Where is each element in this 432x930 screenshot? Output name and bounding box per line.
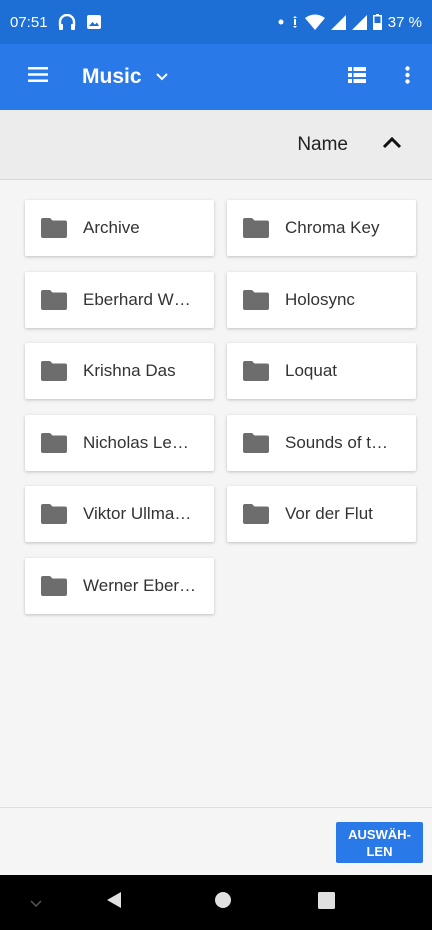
folder-icon bbox=[243, 361, 269, 381]
folder-item[interactable]: Eberhard W… bbox=[25, 272, 214, 328]
folder-icon bbox=[41, 290, 67, 310]
folder-icon bbox=[243, 218, 269, 238]
menu-icon bbox=[28, 67, 48, 87]
folder-item[interactable]: Viktor Ullma… bbox=[25, 486, 214, 542]
image-icon bbox=[86, 14, 102, 30]
more-options-button[interactable] bbox=[382, 44, 432, 110]
page-title: Music bbox=[82, 65, 142, 88]
nav-back-button[interactable] bbox=[96, 875, 132, 930]
menu-button[interactable] bbox=[8, 44, 68, 110]
folder-item[interactable]: Archive bbox=[25, 200, 214, 256]
folder-name: Vor der Flut bbox=[285, 504, 373, 523]
status-bar: 07:51 37 % bbox=[0, 0, 432, 44]
list-view-button[interactable] bbox=[332, 44, 382, 110]
vibrate-icon bbox=[291, 15, 299, 29]
folder-name: Loquat bbox=[285, 361, 337, 380]
sort-bar[interactable]: Name bbox=[0, 110, 432, 180]
dot-icon bbox=[277, 18, 285, 26]
chevron-down-icon bbox=[30, 894, 42, 912]
folder-name: Sounds of t… bbox=[285, 433, 389, 452]
folder-selector[interactable]: Music bbox=[82, 65, 168, 89]
folder-name: Archive bbox=[83, 218, 140, 237]
more-vert-icon bbox=[404, 65, 410, 89]
battery-percent: 37 % bbox=[387, 13, 422, 31]
recents-icon bbox=[317, 891, 335, 914]
folder-name: Holosync bbox=[285, 290, 355, 309]
navigation-bar bbox=[0, 875, 432, 930]
folder-name: Chroma Key bbox=[285, 218, 380, 237]
folder-name: Eberhard W… bbox=[83, 290, 191, 309]
folder-name: Werner Eber… bbox=[83, 576, 197, 595]
folder-icon bbox=[243, 290, 269, 310]
signal-icon bbox=[351, 14, 367, 30]
nav-collapse-button[interactable] bbox=[22, 875, 50, 930]
folder-name: Viktor Ullma… bbox=[83, 504, 192, 523]
folder-icon bbox=[243, 433, 269, 453]
folder-item[interactable]: Sounds of t… bbox=[227, 415, 416, 471]
back-icon bbox=[105, 891, 123, 914]
wifi-icon bbox=[304, 14, 325, 30]
folder-item[interactable]: Vor der Flut bbox=[227, 486, 416, 542]
folder-icon bbox=[41, 218, 67, 238]
folder-item[interactable]: Holosync bbox=[227, 272, 416, 328]
select-button[interactable]: AUSWÄH- LEN bbox=[336, 822, 423, 863]
folder-name: Krishna Das bbox=[83, 361, 176, 380]
folder-item[interactable]: Nicholas Le… bbox=[25, 415, 214, 471]
list-view-icon bbox=[348, 66, 366, 88]
sort-label: Name bbox=[297, 133, 348, 155]
status-time: 07:51 bbox=[10, 13, 48, 31]
folder-icon bbox=[243, 504, 269, 524]
battery-icon bbox=[372, 14, 382, 30]
nav-recents-button[interactable] bbox=[308, 875, 344, 930]
folder-item[interactable]: Loquat bbox=[227, 343, 416, 399]
folder-item[interactable]: Krishna Das bbox=[25, 343, 214, 399]
headphones-icon bbox=[58, 14, 76, 30]
folder-icon bbox=[41, 433, 67, 453]
chevron-up-icon[interactable] bbox=[382, 136, 402, 154]
folder-icon bbox=[41, 504, 67, 524]
app-bar: Music bbox=[0, 44, 432, 110]
folder-icon bbox=[41, 576, 67, 596]
folder-icon bbox=[41, 361, 67, 381]
home-icon bbox=[214, 891, 232, 914]
nav-home-button[interactable] bbox=[205, 875, 241, 930]
signal-icon bbox=[330, 14, 346, 30]
folder-item[interactable]: Werner Eber… bbox=[25, 558, 214, 614]
folder-item[interactable]: Chroma Key bbox=[227, 200, 416, 256]
chevron-down-icon bbox=[155, 68, 168, 86]
folder-name: Nicholas Le… bbox=[83, 433, 189, 452]
